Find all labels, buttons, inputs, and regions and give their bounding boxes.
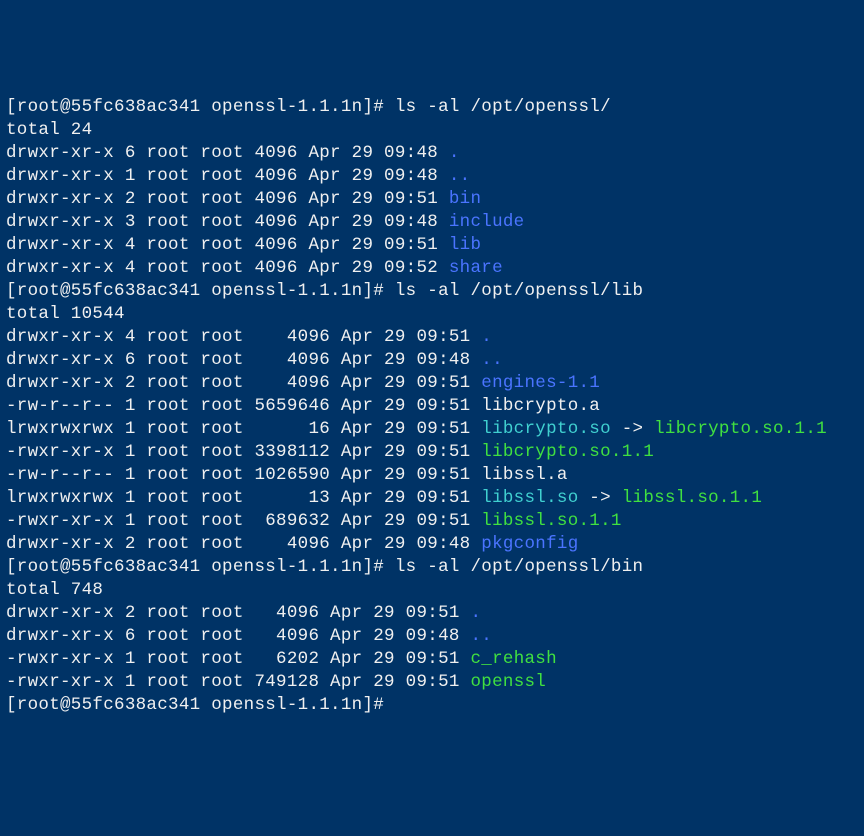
shell-prompt: [root@55fc638ac341 openssl-1.1.1n]# [6,695,395,715]
ls-name: include [449,212,525,232]
symlink-target: libcrypto.so.1.1 [654,419,827,439]
terminal-line: -rw-r--r-- 1 root root 1026590 Apr 29 09… [6,464,858,487]
ls-name: libssl.a [481,465,567,485]
terminal-line: drwxr-xr-x 6 root root 4096 Apr 29 09:48… [6,625,858,648]
ls-name: pkgconfig [481,534,578,554]
ls-name: c_rehash [470,649,556,669]
ls-meta: drwxr-xr-x 6 root root 4096 Apr 29 09:48 [6,350,481,370]
terminal-line: -rwxr-xr-x 1 root root 749128 Apr 29 09:… [6,671,858,694]
ls-meta: drwxr-xr-x 2 root root 4096 Apr 29 09:51 [6,373,481,393]
terminal-line: [root@55fc638ac341 openssl-1.1.1n]# ls -… [6,96,858,119]
ls-meta: drwxr-xr-x 2 root root 4096 Apr 29 09:51 [6,189,449,209]
ls-meta: drwxr-xr-x 2 root root 4096 Apr 29 09:48 [6,534,481,554]
terminal-line: drwxr-xr-x 1 root root 4096 Apr 29 09:48… [6,165,858,188]
terminal-line: -rw-r--r-- 1 root root 5659646 Apr 29 09… [6,395,858,418]
terminal-line: -rwxr-xr-x 1 root root 689632 Apr 29 09:… [6,510,858,533]
ls-name: libssl.so.1.1 [481,511,621,531]
command-text: ls -al /opt/openssl/bin [395,557,643,577]
terminal-line: drwxr-xr-x 2 root root 4096 Apr 29 09:48… [6,533,858,556]
ls-total: total 748 [6,580,103,600]
ls-name: .. [449,166,471,186]
ls-meta: drwxr-xr-x 1 root root 4096 Apr 29 09:48 [6,166,449,186]
terminal-line: lrwxrwxrwx 1 root root 16 Apr 29 09:51 l… [6,418,858,441]
terminal-line: total 24 [6,119,858,142]
ls-name: .. [470,626,492,646]
terminal-line: -rwxr-xr-x 1 root root 6202 Apr 29 09:51… [6,648,858,671]
ls-name: libssl.so [481,488,578,508]
ls-total: total 10544 [6,304,125,324]
symlink-target: libssl.so.1.1 [622,488,762,508]
shell-prompt: [root@55fc638ac341 openssl-1.1.1n]# [6,557,395,577]
terminal-line: drwxr-xr-x 4 root root 4096 Apr 29 09:51… [6,326,858,349]
terminal-line: drwxr-xr-x 2 root root 4096 Apr 29 09:51… [6,372,858,395]
ls-name: bin [449,189,481,209]
command-text: ls -al /opt/openssl/lib [395,281,643,301]
ls-meta: drwxr-xr-x 6 root root 4096 Apr 29 09:48 [6,143,449,163]
ls-total: total 24 [6,120,92,140]
terminal-line: drwxr-xr-x 4 root root 4096 Apr 29 09:52… [6,257,858,280]
ls-name: . [470,603,481,623]
ls-meta: -rwxr-xr-x 1 root root 689632 Apr 29 09:… [6,511,481,531]
terminal-line: total 10544 [6,303,858,326]
ls-name: share [449,258,503,278]
ls-meta: drwxr-xr-x 4 root root 4096 Apr 29 09:51 [6,327,481,347]
shell-prompt: [root@55fc638ac341 openssl-1.1.1n]# [6,281,395,301]
ls-name: libcrypto.so.1.1 [481,442,654,462]
terminal-line: [root@55fc638ac341 openssl-1.1.1n]# [6,694,858,717]
ls-name: openssl [470,672,546,692]
terminal-line: drwxr-xr-x 3 root root 4096 Apr 29 09:48… [6,211,858,234]
ls-meta: -rwxr-xr-x 1 root root 3398112 Apr 29 09… [6,442,481,462]
command-text: ls -al /opt/openssl/ [395,97,611,117]
ls-meta: -rwxr-xr-x 1 root root 749128 Apr 29 09:… [6,672,470,692]
ls-meta: drwxr-xr-x 2 root root 4096 Apr 29 09:51 [6,603,470,623]
shell-prompt: [root@55fc638ac341 openssl-1.1.1n]# [6,97,395,117]
terminal-line: drwxr-xr-x 6 root root 4096 Apr 29 09:48… [6,349,858,372]
symlink-arrow: -> [579,488,622,508]
ls-meta: -rw-r--r-- 1 root root 1026590 Apr 29 09… [6,465,481,485]
ls-meta: drwxr-xr-x 3 root root 4096 Apr 29 09:48 [6,212,449,232]
terminal-line: drwxr-xr-x 2 root root 4096 Apr 29 09:51… [6,602,858,625]
ls-name: .. [481,350,503,370]
terminal-line: drwxr-xr-x 2 root root 4096 Apr 29 09:51… [6,188,858,211]
ls-name: libcrypto.a [481,396,600,416]
terminal-line: [root@55fc638ac341 openssl-1.1.1n]# ls -… [6,556,858,579]
terminal-line: [root@55fc638ac341 openssl-1.1.1n]# ls -… [6,280,858,303]
terminal-output[interactable]: [root@55fc638ac341 openssl-1.1.1n]# ls -… [6,96,858,717]
ls-name: . [481,327,492,347]
terminal-line: drwxr-xr-x 4 root root 4096 Apr 29 09:51… [6,234,858,257]
ls-name: . [449,143,460,163]
ls-name: lib [449,235,481,255]
ls-meta: drwxr-xr-x 4 root root 4096 Apr 29 09:51 [6,235,449,255]
ls-meta: lrwxrwxrwx 1 root root 13 Apr 29 09:51 [6,488,481,508]
terminal-line: lrwxrwxrwx 1 root root 13 Apr 29 09:51 l… [6,487,858,510]
ls-meta: -rw-r--r-- 1 root root 5659646 Apr 29 09… [6,396,481,416]
terminal-line: drwxr-xr-x 6 root root 4096 Apr 29 09:48… [6,142,858,165]
ls-meta: lrwxrwxrwx 1 root root 16 Apr 29 09:51 [6,419,481,439]
ls-meta: -rwxr-xr-x 1 root root 6202 Apr 29 09:51 [6,649,470,669]
ls-meta: drwxr-xr-x 6 root root 4096 Apr 29 09:48 [6,626,470,646]
ls-name: engines-1.1 [481,373,600,393]
symlink-arrow: -> [611,419,654,439]
ls-name: libcrypto.so [481,419,611,439]
ls-meta: drwxr-xr-x 4 root root 4096 Apr 29 09:52 [6,258,449,278]
terminal-line: -rwxr-xr-x 1 root root 3398112 Apr 29 09… [6,441,858,464]
terminal-line: total 748 [6,579,858,602]
